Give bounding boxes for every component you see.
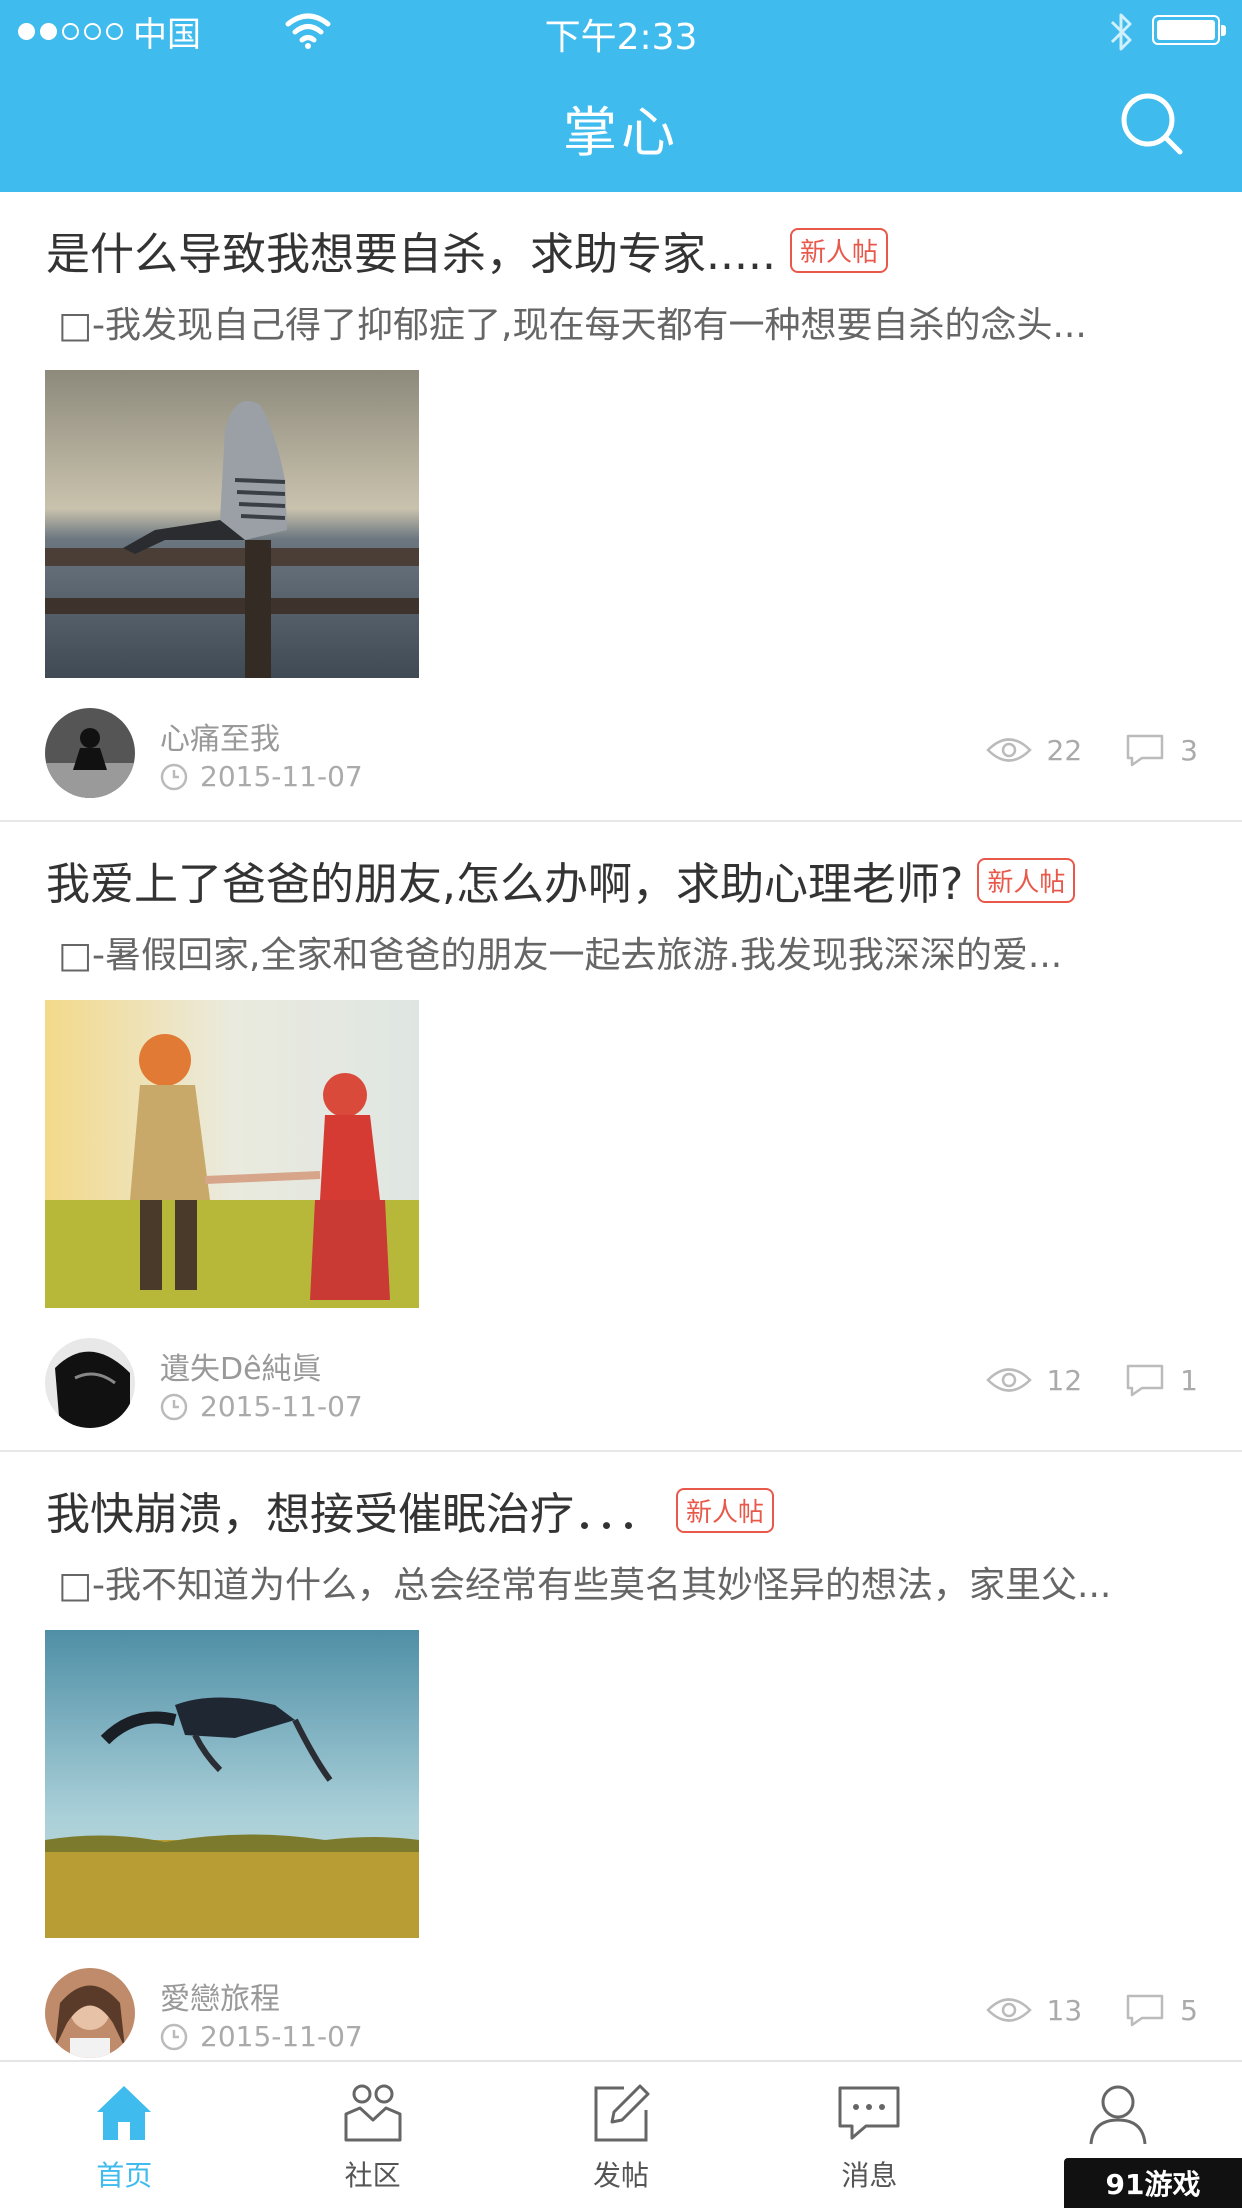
eye-icon bbox=[985, 1998, 1032, 2022]
watermark-logo: 91游戏 bbox=[1064, 2158, 1242, 2208]
view-count: 13 bbox=[985, 1993, 1083, 2027]
battery-icon bbox=[1152, 15, 1226, 45]
status-time: 下午2:33 bbox=[544, 17, 698, 58]
avatar[interactable] bbox=[45, 708, 135, 798]
clock-icon bbox=[160, 2023, 188, 2050]
comment-count-text: 3 bbox=[1180, 733, 1198, 767]
eye-icon bbox=[985, 1368, 1032, 1392]
comment-icon bbox=[1126, 1994, 1164, 2027]
tab-compose[interactable]: 发帖 bbox=[497, 2062, 745, 2208]
comment-count[interactable]: 1 bbox=[1124, 1362, 1198, 1398]
home-icon bbox=[97, 2086, 152, 2140]
compose-icon bbox=[594, 2084, 650, 2142]
view-count-text: 13 bbox=[1046, 1993, 1083, 2027]
post-feed: 是什么导致我想要自杀，求助专家..... 新人帖 □-我发现自己得了抑郁症了,现… bbox=[0, 192, 1242, 2082]
post-excerpt: □-我发现自己得了抑郁症了,现在每天都有一种想要自杀的念头... bbox=[58, 305, 1087, 346]
view-count: 22 bbox=[985, 733, 1083, 767]
post-image[interactable] bbox=[45, 1630, 419, 1938]
post-stats: 13 5 bbox=[943, 1992, 1198, 2028]
tab-bar: 首页 社区 发帖 消息 bbox=[0, 2060, 1242, 2208]
post-card[interactable]: 是什么导致我想要自杀，求助专家..... 新人帖 □-我发现自己得了抑郁症了,现… bbox=[0, 192, 1242, 822]
author-name[interactable]: 遺失Dê純眞 bbox=[160, 1344, 322, 1388]
post-stats: 22 3 bbox=[943, 732, 1198, 768]
tab-home[interactable]: 首页 bbox=[0, 2062, 248, 2208]
new-post-badge: 新人帖 bbox=[977, 857, 1076, 903]
post-title[interactable]: 是什么导致我想要自杀，求助专家..... 新人帖 bbox=[46, 220, 888, 280]
author-name[interactable]: 心痛至我 bbox=[160, 714, 280, 758]
date-text: 2015-11-07 bbox=[200, 760, 363, 793]
post-title-text: 是什么导致我想要自杀，求助专家..... bbox=[46, 229, 776, 280]
clock-icon bbox=[160, 763, 188, 790]
tab-label: 首页 bbox=[96, 2159, 153, 2192]
post-date: 2015-11-07 bbox=[160, 2020, 363, 2053]
profile-icon bbox=[1089, 2085, 1147, 2145]
page-title: 掌心 bbox=[563, 101, 679, 164]
post-excerpt: □-暑假回家,全家和爸爸的朋友一起去旅游.我发现我深深的爱... bbox=[58, 935, 1063, 976]
post-date: 2015-11-07 bbox=[160, 760, 363, 793]
clock-icon bbox=[160, 1393, 188, 1420]
post-title-text: 我快崩溃，想接受催眠治疗．．． bbox=[46, 1489, 662, 1540]
post-title[interactable]: 我爱上了爸爸的朋友,怎么办啊，求助心理老师? 新人帖 bbox=[46, 850, 1076, 910]
community-icon bbox=[344, 2084, 402, 2142]
view-count-text: 22 bbox=[1046, 733, 1083, 767]
post-card[interactable]: 我快崩溃，想接受催眠治疗．．． 新人帖 □-我不知道为什么，总会经常有些莫名其妙… bbox=[0, 1452, 1242, 2082]
tab-community[interactable]: 社区 bbox=[248, 2062, 496, 2208]
app-header: 中国 下午2:33 掌心 bbox=[0, 0, 1242, 192]
view-count: 12 bbox=[985, 1363, 1083, 1397]
new-post-badge: 新人帖 bbox=[789, 227, 888, 273]
post-card[interactable]: 我爱上了爸爸的朋友,怎么办啊，求助心理老师? 新人帖 □-暑假回家,全家和爸爸的… bbox=[0, 822, 1242, 1452]
avatar[interactable] bbox=[45, 1968, 135, 2058]
post-title[interactable]: 我快崩溃，想接受催眠治疗．．． 新人帖 bbox=[46, 1480, 775, 1540]
post-date: 2015-11-07 bbox=[160, 1390, 363, 1423]
author-name[interactable]: 愛戀旅程 bbox=[160, 1974, 280, 2018]
post-stats: 12 1 bbox=[943, 1362, 1198, 1398]
avatar[interactable] bbox=[45, 1338, 135, 1428]
post-image[interactable] bbox=[45, 1000, 419, 1308]
comment-count[interactable]: 3 bbox=[1124, 732, 1198, 768]
tab-label: 发帖 bbox=[592, 2159, 649, 2192]
comment-count-text: 5 bbox=[1180, 1993, 1198, 2027]
tab-messages[interactable]: 消息 bbox=[745, 2062, 993, 2208]
message-icon bbox=[838, 2086, 900, 2140]
search-icon[interactable] bbox=[1118, 90, 1186, 158]
eye-icon bbox=[985, 738, 1032, 762]
date-text: 2015-11-07 bbox=[200, 2020, 363, 2053]
post-title-text: 我爱上了爸爸的朋友,怎么办啊，求助心理老师? bbox=[46, 859, 964, 910]
tab-label: 消息 bbox=[841, 2159, 898, 2192]
comment-icon bbox=[1126, 734, 1164, 767]
status-bar: 中国 下午2:33 bbox=[0, 0, 1242, 62]
tab-label: 社区 bbox=[344, 2159, 401, 2192]
bluetooth-icon bbox=[1110, 13, 1132, 51]
view-count-text: 12 bbox=[1046, 1363, 1083, 1397]
post-excerpt: □-我不知道为什么，总会经常有些莫名其妙怪异的想法，家里父... bbox=[58, 1565, 1112, 1606]
comment-count-text: 1 bbox=[1180, 1363, 1198, 1397]
comment-icon bbox=[1126, 1364, 1164, 1397]
comment-count[interactable]: 5 bbox=[1124, 1992, 1198, 2028]
post-image[interactable] bbox=[45, 370, 419, 678]
new-post-badge: 新人帖 bbox=[676, 1487, 775, 1533]
date-text: 2015-11-07 bbox=[200, 1390, 363, 1423]
